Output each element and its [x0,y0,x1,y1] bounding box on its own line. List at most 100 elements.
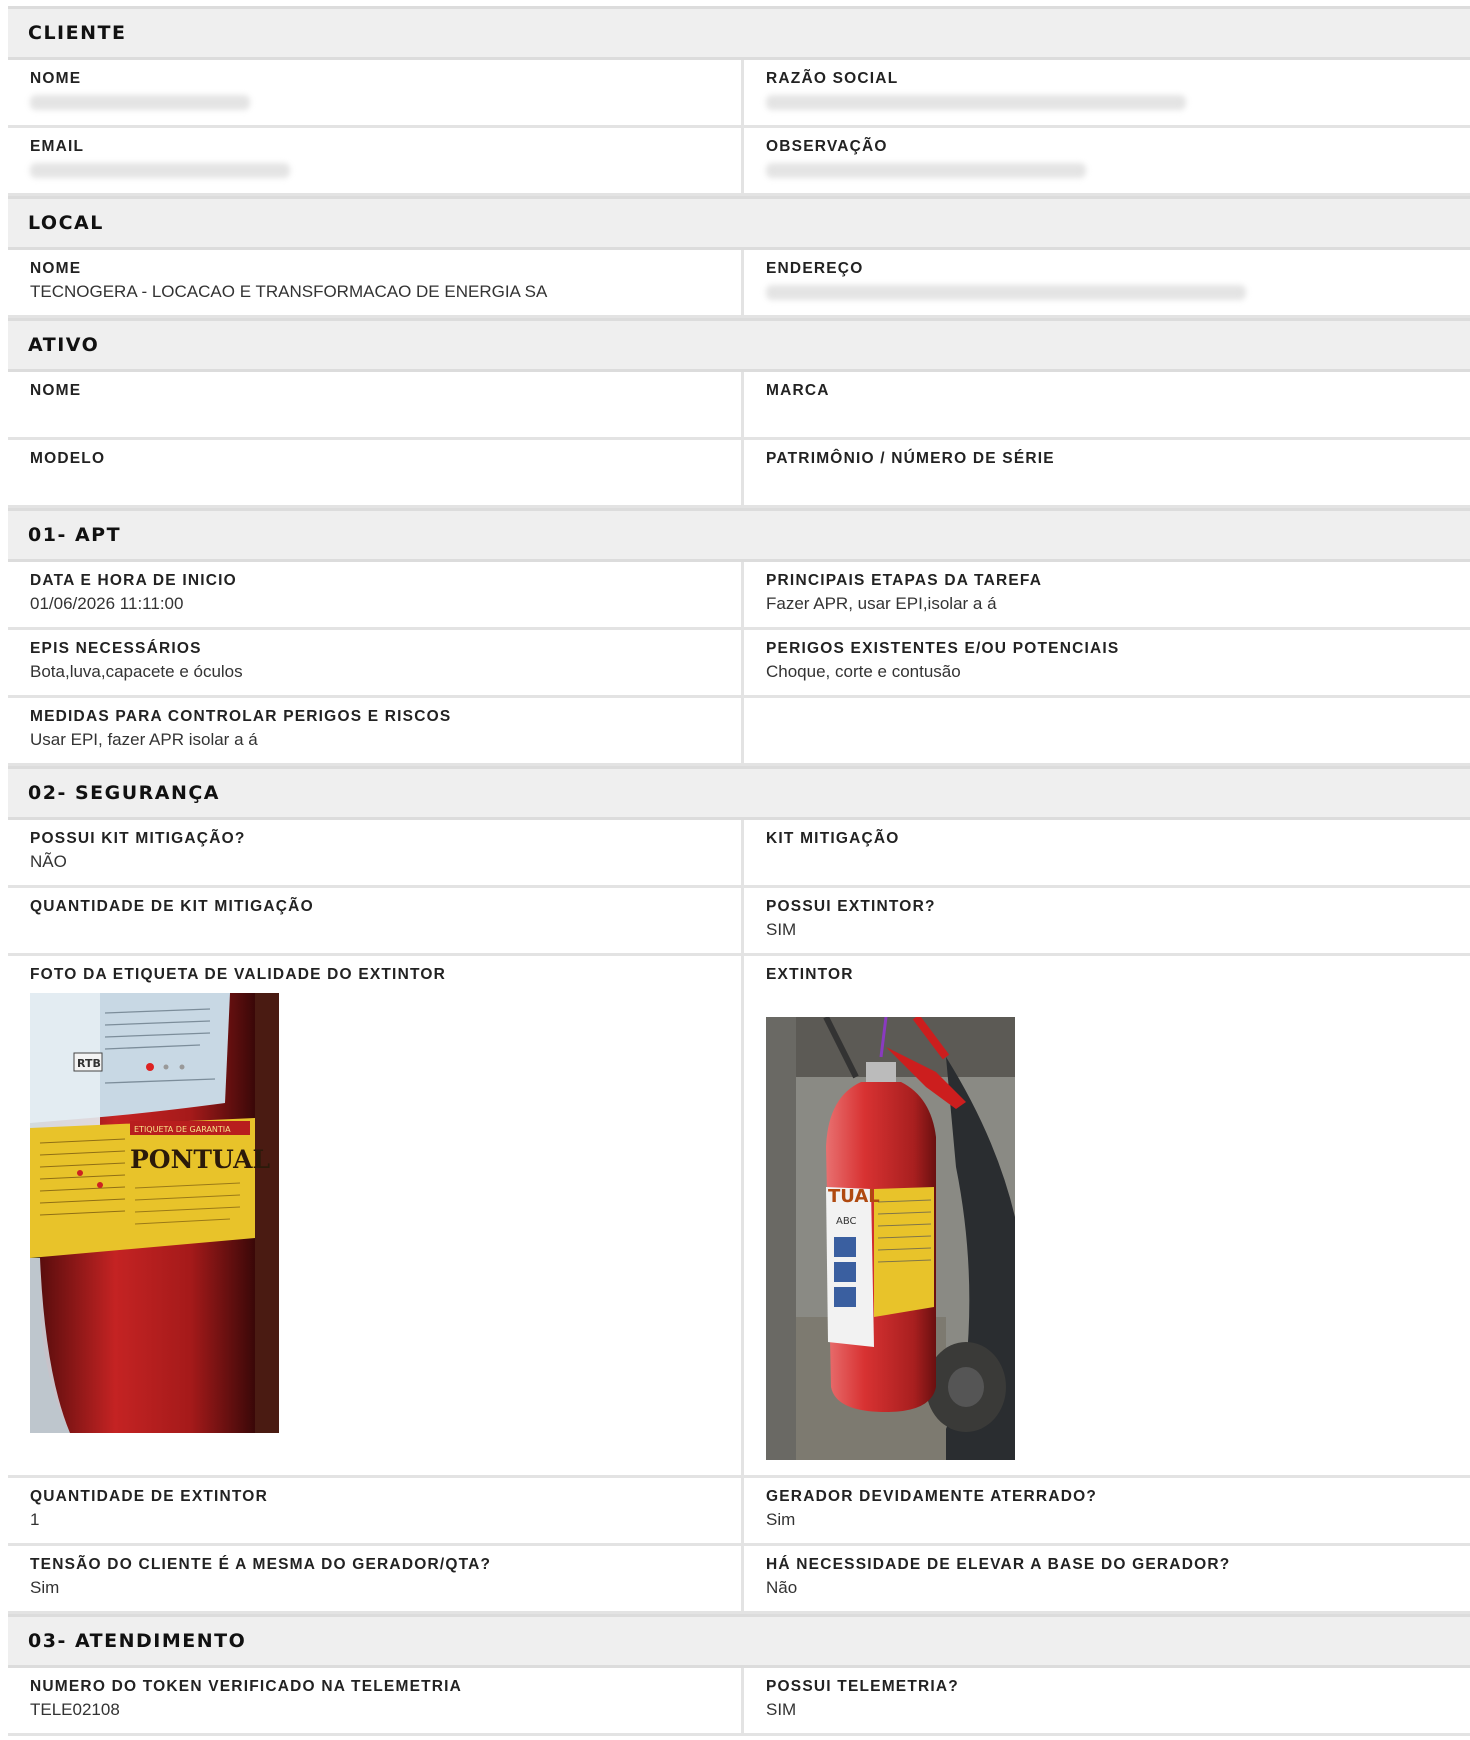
field-label: ENDEREÇO [766,260,864,277]
row: QUANTIDADE DE KIT MITIGAÇÃO POSSUI EXTIN… [8,888,1470,956]
field-ativo-patrimonio: PATRIMÔNIO / NÚMERO DE SÉRIE [744,440,1470,505]
field-ativo-modelo: MODELO [8,440,744,505]
extinguisher-label-photo-illustration: RTB ETIQUETA DE GARANTIA PONTUAL [30,993,279,1433]
field-label: POSSUI TELEMETRIA? [766,1678,959,1695]
field-extintor: EXTINTOR TUAL ABC [744,956,1470,1475]
field-label: PATRIMÔNIO / NÚMERO DE SÉRIE [766,450,1055,467]
field-ativo-marca: MARCA [744,372,1470,437]
section-title: ATIVO [28,334,100,356]
field-value: Sim [30,1578,60,1597]
field-apt-epis: EPIS NECESSÁRIOS Bota,luva,capacete e óc… [8,630,744,695]
field-tensao-cliente: TENSÃO DO CLIENTE É A MESMA DO GERADOR/Q… [8,1546,744,1611]
field-value: 1 [30,1510,40,1529]
field-label: MARCA [766,382,830,399]
field-label: RAZÃO SOCIAL [766,70,899,87]
row: MODELO PATRIMÔNIO / NÚMERO DE SÉRIE [8,440,1470,508]
field-value: Bota,luva,capacete e óculos [30,662,243,681]
field-gerador-aterrado: GERADOR DEVIDAMENTE ATERRADO? Sim [744,1478,1470,1543]
redacted-value [30,163,290,178]
section-title: 02- SEGURANÇA [28,782,221,804]
field-label: DATA E HORA DE INICIO [30,572,237,589]
row: POSSUI KIT MITIGAÇÃO? NÃO KIT MITIGAÇÃO [8,820,1470,888]
extinguisher-label-photo: RTB ETIQUETA DE GARANTIA PONTUAL [30,993,279,1433]
field-kit-mitigacao: KIT MITIGAÇÃO [744,820,1470,885]
field-label: TENSÃO DO CLIENTE É A MESMA DO GERADOR/Q… [30,1556,492,1573]
section-cliente-header: CLIENTE [8,6,1470,60]
field-cliente-razao: RAZÃO SOCIAL [744,60,1470,125]
field-label: OBSERVAÇÃO [766,138,888,155]
field-local-nome: NOME TECNOGERA - LOCACAO E TRANSFORMACAO… [8,250,744,315]
field-value: Não [766,1578,798,1597]
field-apt-inicio: DATA E HORA DE INICIO 01/06/2026 11:11:0… [8,562,744,627]
field-label: NOME [30,382,82,399]
row: EPIS NECESSÁRIOS Bota,luva,capacete e óc… [8,630,1470,698]
report: CLIENTE NOME RAZÃO SOCIAL EMAIL OBSERVAÇ… [8,6,1470,1736]
extinguisher-photo: TUAL ABC [766,1017,1015,1460]
redacted-value [766,163,1086,178]
field-elevar-base: HÁ NECESSIDADE DE ELEVAR A BASE DO GERAD… [744,1546,1470,1611]
row: NOME MARCA [8,372,1470,440]
field-apt-perigos: PERIGOS EXISTENTES E/OU POTENCIAIS Choqu… [744,630,1470,695]
row: TENSÃO DO CLIENTE É A MESMA DO GERADOR/Q… [8,1546,1470,1614]
field-qtd-extintor: QUANTIDADE DE EXTINTOR 1 [8,1478,744,1543]
photo-text-type: ABC [836,1216,857,1227]
row: MEDIDAS PARA CONTROLAR PERIGOS E RISCOS … [8,698,1470,766]
field-foto-etiqueta: FOTO DA ETIQUETA DE VALIDADE DO EXTINTOR [8,956,744,1475]
field-label: EPIS NECESSÁRIOS [30,640,202,657]
photo-text-brand: PONTUAL [130,1145,270,1174]
field-possui-extintor: POSSUI EXTINTOR? SIM [744,888,1470,953]
field-apt-medidas: MEDIDAS PARA CONTROLAR PERIGOS E RISCOS … [8,698,744,763]
field-value: SIM [766,1700,797,1719]
photo-text-etiqueta: ETIQUETA DE GARANTIA [134,1125,231,1134]
photo-text-rtb: RTB [77,1057,101,1070]
field-label: MEDIDAS PARA CONTROLAR PERIGOS E RISCOS [30,708,452,725]
field-label: NOME [30,70,82,87]
field-value: 01/06/2026 11:11:00 [30,594,184,613]
field-value: SIM [766,920,797,939]
field-label: QUANTIDADE DE KIT MITIGAÇÃO [30,898,314,915]
field-label: GERADOR DEVIDAMENTE ATERRADO? [766,1488,1098,1505]
extinguisher-photo-illustration: TUAL ABC [766,1017,1015,1460]
field-label: POSSUI KIT MITIGAÇÃO? [30,830,246,847]
row: EMAIL OBSERVAÇÃO [8,128,1470,196]
row: FOTO DA ETIQUETA DE VALIDADE DO EXTINTOR [8,956,1470,1478]
section-title: 03- ATENDIMENTO [28,1630,247,1652]
field-cliente-nome: NOME [8,60,744,125]
field-label: MODELO [30,450,106,467]
field-label: PERIGOS EXISTENTES E/OU POTENCIAIS [766,640,1120,657]
field-label: FOTO DA ETIQUETA DE VALIDADE DO EXTINTOR [30,966,446,983]
field-label: QUANTIDADE DE EXTINTOR [30,1488,268,1505]
field-label: EXTINTOR [766,966,854,983]
field-value: TELE02108 [30,1700,120,1719]
redacted-value [30,95,250,110]
field-cliente-observacao: OBSERVAÇÃO [744,128,1470,193]
field-value: Choque, corte e contusão [766,662,961,681]
field-possui-telemetria: POSSUI TELEMETRIA? SIM [744,1668,1470,1733]
field-value: Fazer APR, usar EPI,isolar a á [766,594,997,613]
field-qtd-kit: QUANTIDADE DE KIT MITIGAÇÃO [8,888,744,953]
field-label: EMAIL [30,138,85,155]
section-atendimento-header: 03- ATENDIMENTO [8,1614,1470,1668]
section-ativo-header: ATIVO [8,318,1470,372]
field-label: HÁ NECESSIDADE DE ELEVAR A BASE DO GERAD… [766,1556,1231,1573]
empty-cell [744,698,1470,763]
section-seguranca-header: 02- SEGURANÇA [8,766,1470,820]
field-value: TECNOGERA - LOCACAO E TRANSFORMACAO DE E… [30,282,548,301]
field-label: KIT MITIGAÇÃO [766,830,900,847]
section-title: CLIENTE [28,22,127,44]
section-title: LOCAL [28,212,104,234]
field-value: Usar EPI, fazer APR isolar a á [30,730,258,749]
row: DATA E HORA DE INICIO 01/06/2026 11:11:0… [8,562,1470,630]
row: NOME RAZÃO SOCIAL [8,60,1470,128]
field-value: NÃO [30,852,67,871]
field-possui-kit: POSSUI KIT MITIGAÇÃO? NÃO [8,820,744,885]
field-ativo-nome: NOME [8,372,744,437]
section-apt-header: 01- APT [8,508,1470,562]
section-local-header: LOCAL [8,196,1470,250]
photo-text-brand: TUAL [828,1186,880,1207]
field-value: Sim [766,1510,796,1529]
row: QUANTIDADE DE EXTINTOR 1 GERADOR DEVIDAM… [8,1478,1470,1546]
row: NOME TECNOGERA - LOCACAO E TRANSFORMACAO… [8,250,1470,318]
field-label: NOME [30,260,82,277]
field-apt-etapas: PRINCIPAIS ETAPAS DA TAREFA Fazer APR, u… [744,562,1470,627]
